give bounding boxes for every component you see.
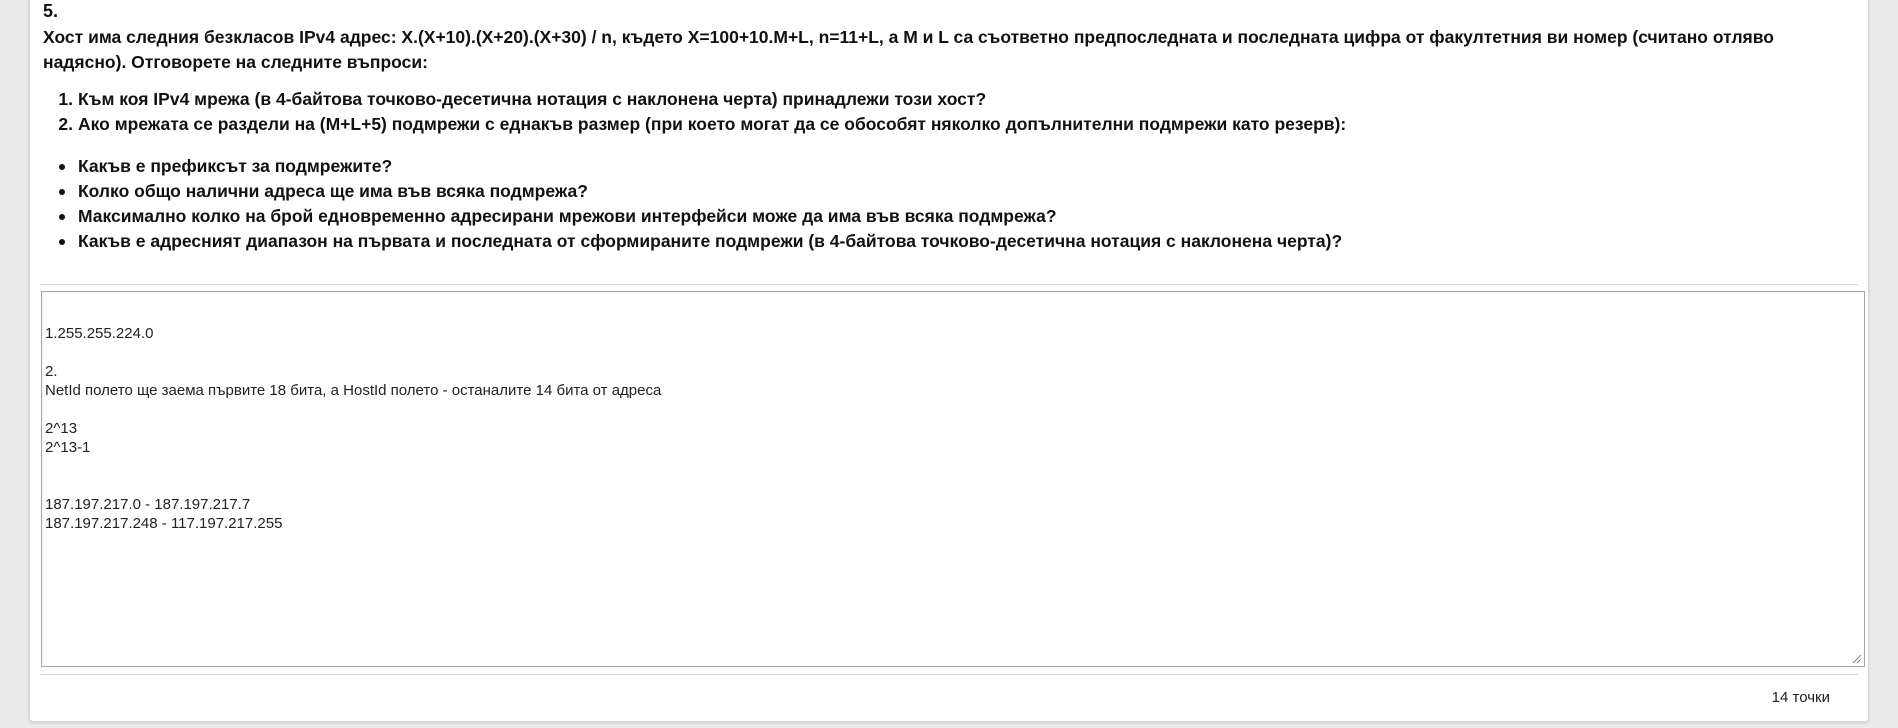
bullet-item: Максимално колко на брой едновременно ад… (58, 204, 1342, 229)
divider (40, 284, 1858, 285)
bullet-list: Какъв е префиксът за подмрежите? Колко о… (58, 154, 1342, 254)
bullet-item: Какъв е адресният диапазон на първата и … (58, 229, 1342, 254)
question-text: Хост има следния безкласов IPv4 адрес: X… (43, 27, 1774, 72)
bullet-item: Какъв е префиксът за подмрежите? (58, 154, 1342, 179)
divider (40, 674, 1858, 675)
list-item-number: 1. (58, 89, 73, 109)
list-item: 2. Ако мрежата се раздели на (M+L+5) подм… (58, 112, 1347, 137)
bullet-item: Колко общо налични адреса ще има във вся… (58, 179, 1342, 204)
question-number: 5. (43, 1, 59, 21)
points-label: 14 точки (1771, 689, 1830, 706)
question-panel: 5. Хост има следния безкласов IPv4 адрес… (29, 0, 1869, 722)
list-item-number: 2. (58, 114, 73, 134)
answer-text[interactable]: 1.255.255.224.0 2. NetId полето ще заема… (45, 324, 661, 533)
answer-textarea[interactable]: 1.255.255.224.0 2. NetId полето ще заема… (41, 291, 1865, 667)
resize-grip-icon[interactable] (1850, 652, 1862, 664)
ordered-list: 1. Към коя IPv4 мрежа (в 4-байтова точков… (58, 87, 1347, 137)
list-item-text: Към коя IPv4 мрежа (в 4-байтова точково-… (78, 89, 987, 109)
list-item-text: Ако мрежата се раздели на (M+L+5) подмре… (78, 114, 1347, 134)
list-item: 1. Към коя IPv4 мрежа (в 4-байтова точков… (58, 87, 1346, 112)
